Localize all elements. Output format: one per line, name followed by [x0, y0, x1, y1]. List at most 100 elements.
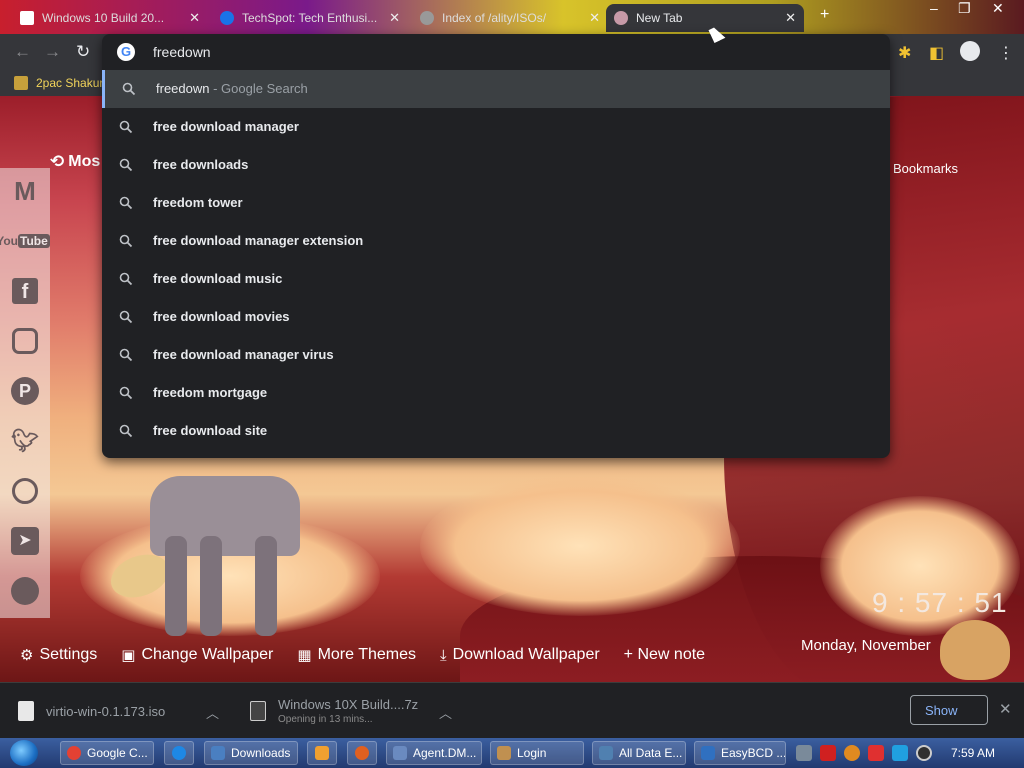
search-icon	[119, 348, 133, 362]
date: Monday, November	[801, 637, 931, 654]
omnibox-dropdown: G freedown freedown - Google Search free…	[102, 34, 890, 458]
tray-icon[interactable]	[916, 745, 932, 761]
forward-icon[interactable]: →	[44, 42, 61, 62]
tray-icon[interactable]	[844, 745, 860, 761]
gmail-icon[interactable]: M	[8, 174, 42, 208]
tab-windows-build[interactable]: Windows 10 Build 20... ✕	[12, 4, 208, 32]
suggestion-item[interactable]: freedom mortgage	[102, 374, 890, 412]
back-icon[interactable]: ←	[14, 42, 31, 62]
instagram-icon[interactable]	[8, 324, 42, 358]
close-icon[interactable]: ✕	[189, 10, 200, 26]
close-icon[interactable]: ✕	[785, 10, 796, 26]
download-wallpaper-button[interactable]: ⤓ Download Wallpaper	[440, 646, 600, 664]
facebook-icon[interactable]: f	[8, 274, 42, 308]
tab-index-isos[interactable]: Index of /ality/ISOs/ ✕	[412, 4, 608, 32]
side-panel-icon[interactable]: ◧	[929, 43, 944, 63]
close-icon[interactable]: ✕	[389, 10, 400, 26]
windows-taskbar: Google C... Downloads Agent.DM... Login …	[0, 738, 1024, 768]
bookmark-2pac-shakur[interactable]: 2pac Shakur	[14, 76, 103, 90]
suggestion-item[interactable]: freedown - Google Search	[102, 70, 890, 108]
download-item[interactable]: Windows 10X Build....7z Opening in 13 mi…	[250, 693, 418, 729]
7zip-icon	[250, 701, 266, 721]
change-wallpaper-button[interactable]: ▣ Change Wallpaper	[121, 646, 273, 664]
restore-icon[interactable]: ❐	[958, 0, 971, 17]
window-icon	[599, 746, 613, 760]
close-window-icon[interactable]: ✕	[992, 0, 1004, 17]
search-icon	[119, 272, 133, 286]
search-icon	[119, 158, 133, 172]
taskbar-login[interactable]: Login	[490, 741, 584, 765]
history-icon: ⟲	[50, 152, 65, 171]
google-icon: G	[117, 43, 135, 61]
grid-icon: ▦	[297, 647, 312, 664]
taskbar-ie[interactable]	[164, 741, 194, 765]
close-icon[interactable]: ✕	[999, 700, 1012, 718]
telegram-icon[interactable]: ➤	[8, 524, 42, 558]
wallpaper-pony-leg	[200, 536, 222, 636]
new-tab-bottom-bar: ⚙ Settings ▣ Change Wallpaper ▦ More The…	[0, 642, 729, 668]
search-icon	[119, 234, 133, 248]
suggestion-item[interactable]: free download site	[102, 412, 890, 450]
close-icon[interactable]: ✕	[589, 10, 600, 26]
social-sidebar: M YouTube f P 🐦︎ ➤	[0, 168, 50, 618]
file-icon	[18, 701, 34, 721]
tab-new-tab[interactable]: New Tab ✕	[606, 4, 804, 32]
app-icon	[355, 746, 369, 760]
doge-sticker	[940, 620, 1010, 680]
youtube-icon[interactable]: YouTube	[0, 224, 50, 258]
suggestion-item[interactable]: free download manager	[102, 108, 890, 146]
taskbar-clock[interactable]: 7:59 AM	[951, 746, 995, 760]
wallpaper-pony-leg	[165, 536, 187, 636]
reddit-icon[interactable]	[8, 574, 42, 608]
taskbar-agent[interactable]: Agent.DM...	[386, 741, 482, 765]
suggestion-item[interactable]: free download manager extension	[102, 222, 890, 260]
tray-icon[interactable]	[892, 745, 908, 761]
download-item[interactable]: virtio-win-0.1.173.iso	[18, 693, 165, 729]
taskbar-chrome[interactable]: Google C...	[60, 741, 154, 765]
wallpaper-pony-leg	[255, 536, 277, 636]
tab-favicon	[420, 11, 434, 25]
most-visited-link[interactable]: ⟲ Mos	[50, 152, 100, 172]
search-icon	[119, 196, 133, 210]
menu-kebab-icon[interactable]: ⋮	[998, 43, 1014, 63]
reload-icon[interactable]: ↻	[76, 42, 90, 62]
taskbar-downloads[interactable]: Downloads	[204, 741, 298, 765]
tab-favicon	[20, 11, 34, 25]
wallpaper-cloud	[420, 476, 740, 616]
chevron-up-icon[interactable]: ︿	[439, 703, 452, 722]
suggestion-item[interactable]: freedom tower	[102, 184, 890, 222]
minimize-icon[interactable]: –	[930, 0, 938, 16]
taskbar-media[interactable]	[307, 741, 337, 765]
whatsapp-icon[interactable]	[8, 474, 42, 508]
suggestion-item[interactable]: free download music	[102, 260, 890, 298]
suggestion-item[interactable]: free downloads	[102, 146, 890, 184]
media-player-icon	[315, 746, 329, 760]
bookmark-favicon	[14, 76, 28, 90]
profile-avatar-icon[interactable]	[960, 41, 980, 61]
show-all-button[interactable]: Show	[910, 695, 988, 725]
pinterest-icon[interactable]: P	[8, 374, 42, 408]
search-icon	[119, 120, 133, 134]
extensions-icon[interactable]: ✱	[898, 43, 911, 63]
tray-icon[interactable]	[796, 745, 812, 761]
new-tab-icon[interactable]: +	[820, 6, 829, 24]
start-button[interactable]	[10, 740, 38, 766]
twitter-icon[interactable]: 🐦︎	[8, 424, 42, 458]
settings-button[interactable]: ⚙ Settings	[20, 646, 97, 664]
taskbar-easybcd[interactable]: EasyBCD ...	[694, 741, 786, 765]
new-note-button[interactable]: + New note	[624, 646, 705, 664]
tray-icon[interactable]	[868, 745, 884, 761]
address-bar[interactable]: G freedown	[102, 34, 890, 70]
tab-techspot[interactable]: TechSpot: Tech Enthusi... ✕	[212, 4, 408, 32]
suggestion-item[interactable]: free download movies	[102, 298, 890, 336]
tray-icon[interactable]	[820, 745, 836, 761]
easybcd-icon	[701, 746, 715, 760]
address-input[interactable]: freedown	[153, 44, 211, 60]
chevron-up-icon[interactable]: ︿	[206, 703, 219, 722]
taskbar-all-data[interactable]: All Data E...	[592, 741, 686, 765]
image-icon: ▣	[121, 647, 136, 664]
taskbar-app[interactable]	[347, 741, 377, 765]
suggestion-item[interactable]: free download manager virus	[102, 336, 890, 374]
more-themes-button[interactable]: ▦ More Themes	[297, 646, 416, 664]
bookmarks-link[interactable]: Bookmarks	[893, 161, 958, 176]
